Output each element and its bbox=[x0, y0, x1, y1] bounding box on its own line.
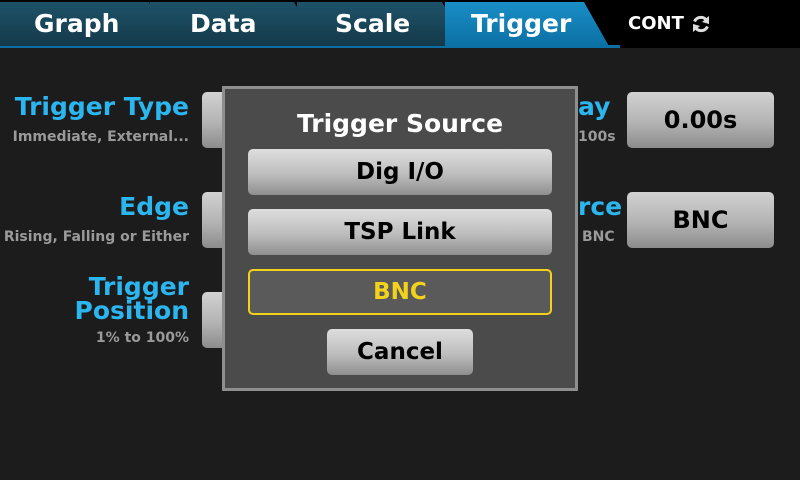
cancel-button[interactable]: Cancel bbox=[327, 329, 473, 375]
delay-button[interactable]: 0.00s bbox=[627, 92, 774, 148]
trigger-position-hint: 1% to 100% bbox=[95, 330, 189, 346]
refresh-icon bbox=[690, 13, 712, 35]
option-tsp-link[interactable]: TSP Link bbox=[248, 209, 552, 255]
run-mode-label: CONT bbox=[628, 13, 684, 34]
source-hint: BNC bbox=[582, 229, 615, 245]
delay-label: ay bbox=[578, 92, 611, 121]
source-label: rce bbox=[578, 192, 623, 221]
tab-scale[interactable]: Scale bbox=[297, 2, 468, 46]
trigger-source-dialog: Trigger Source Dig I/O TSP Link BNC Canc… bbox=[222, 86, 578, 391]
option-dig-io[interactable]: Dig I/O bbox=[248, 149, 552, 195]
tab-bar: Graph Data Scale Trigger CONT bbox=[0, 0, 800, 48]
run-mode-indicator[interactable]: CONT bbox=[628, 12, 712, 36]
trigger-type-hint: Immediate, External... bbox=[12, 129, 189, 145]
dialog-title: Trigger Source bbox=[296, 109, 504, 138]
edge-label: Edge bbox=[119, 192, 189, 221]
trigger-type-label: Trigger Type bbox=[14, 92, 189, 121]
source-button[interactable]: BNC bbox=[627, 192, 774, 248]
option-bnc[interactable]: BNC bbox=[248, 269, 552, 315]
tab-trigger[interactable]: Trigger bbox=[445, 2, 610, 48]
tab-data[interactable]: Data bbox=[150, 2, 320, 46]
trigger-position-label-line2: Position bbox=[74, 296, 189, 325]
delay-hint: 100s bbox=[578, 129, 616, 145]
tab-graph[interactable]: Graph bbox=[0, 2, 175, 46]
edge-hint: Rising, Falling or Either bbox=[3, 229, 189, 245]
